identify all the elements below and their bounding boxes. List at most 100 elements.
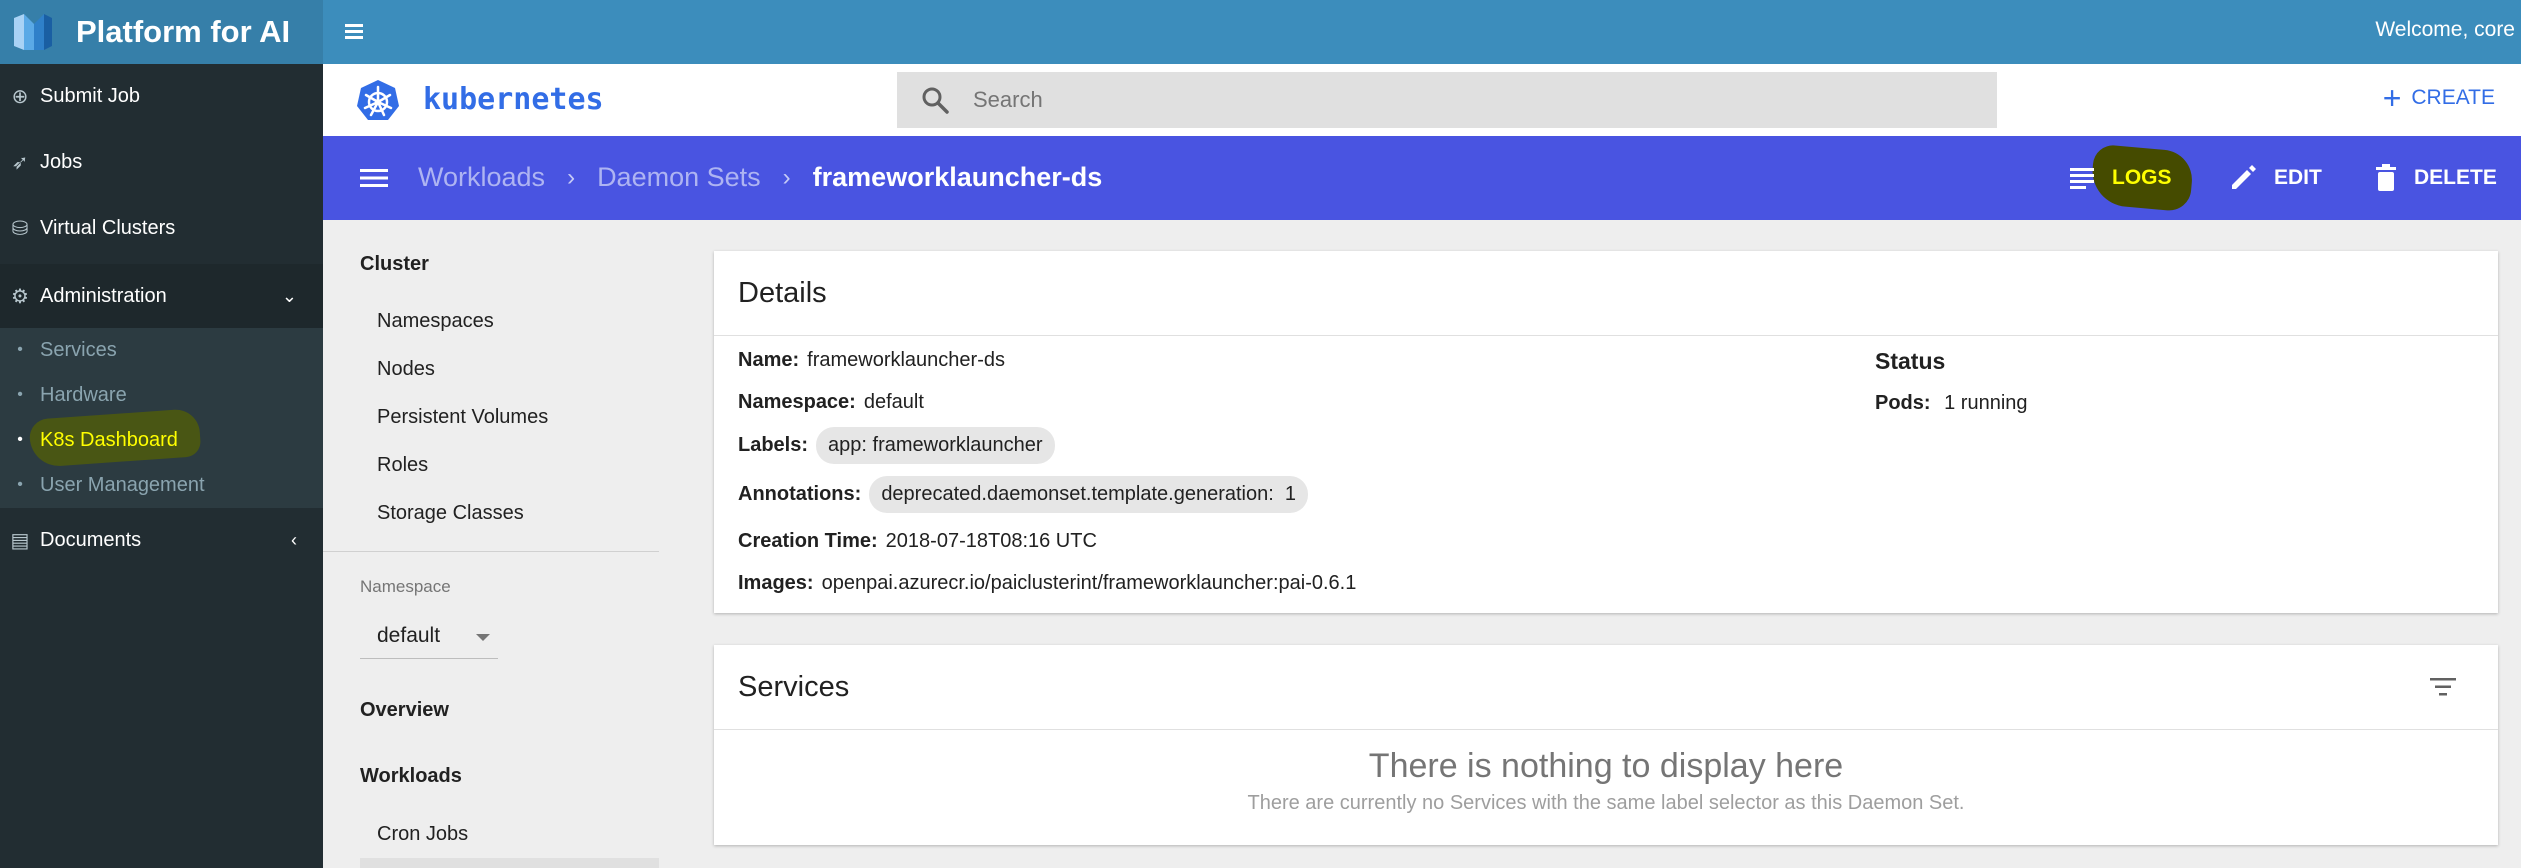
nav-item-overview[interactable]: Overview — [360, 699, 449, 722]
sidebar-item-label: Virtual Clusters — [40, 216, 176, 239]
kubernetes-wordmark[interactable]: kubernetes — [423, 82, 604, 117]
detail-images: Images: openpai.azurecr.io/paiclusterint… — [738, 572, 1356, 595]
nav-item-storage-classes[interactable]: Storage Classes — [377, 502, 524, 525]
kubernetes-logo-icon[interactable] — [355, 78, 401, 124]
nav-selected-item[interactable] — [360, 858, 659, 868]
sidebar-item-documents[interactable]: ▤ Documents ‹ — [0, 508, 323, 572]
status-title: Status — [1875, 348, 1946, 374]
action-toolbar: Workloads › Daemon Sets › frameworklaunc… — [323, 136, 2521, 220]
top-bar: Platform for AI Welcome, core — [0, 0, 2521, 64]
detail-annotations: Annotations: deprecated.daemonset.templa… — [738, 476, 1309, 513]
nav-divider — [323, 551, 659, 552]
k8s-nav: Cluster Namespaces Nodes Persistent Volu… — [323, 220, 683, 868]
sidebar-item-submit-job[interactable]: ⊕ Submit Job — [0, 64, 323, 128]
filter-icon[interactable] — [2428, 675, 2458, 699]
status-pods: Pods: 1 running — [1875, 392, 2028, 415]
hamburger-menu-icon[interactable] — [345, 18, 367, 46]
breadcrumb: Workloads › Daemon Sets › frameworklaunc… — [418, 162, 1102, 193]
edit-label: EDIT — [2274, 166, 2322, 189]
logs-button[interactable]: LOGS — [2068, 143, 2208, 213]
services-card: Services There is nothing to display her… — [714, 645, 2498, 845]
submenu-item-label: User Management — [40, 473, 205, 496]
submenu-item-label: Hardware — [40, 383, 127, 406]
empty-state-title: There is nothing to display here — [1368, 747, 1844, 785]
logs-label: LOGS — [2112, 166, 2172, 189]
pencil-icon — [2228, 163, 2258, 193]
sidebar-item-label: Administration — [40, 284, 167, 307]
chevron-right-icon: › — [782, 163, 791, 191]
pai-sidebar: ⊕ Submit Job ➶ Jobs ⛁ Virtual Clusters ⚙… — [0, 64, 323, 868]
detail-namespace: Namespace: default — [738, 391, 924, 414]
details-title: Details — [738, 277, 827, 309]
breadcrumb-current: frameworklauncher-ds — [812, 162, 1103, 192]
nav-item-cron-jobs[interactable]: Cron Jobs — [377, 823, 468, 846]
sidebar-item-virtual-clusters[interactable]: ⛁ Virtual Clusters — [0, 196, 323, 260]
nav-item-nodes[interactable]: Nodes — [377, 358, 435, 381]
sidebar-item-label: Submit Job — [40, 84, 141, 107]
detail-key: Namespace: — [738, 391, 856, 413]
namespace-select[interactable]: default — [360, 619, 498, 659]
delete-button[interactable]: DELETE — [2374, 156, 2497, 200]
welcome-user[interactable]: Welcome, core — [2375, 18, 2515, 42]
breadcrumb-workloads[interactable]: Workloads — [418, 162, 545, 193]
logs-icon — [2068, 165, 2096, 191]
book-icon: ▤ — [10, 529, 30, 552]
bullet-icon: • — [17, 341, 23, 358]
detail-value: 1 running — [1944, 392, 2028, 414]
edit-button[interactable]: EDIT — [2228, 156, 2322, 200]
search-icon — [897, 85, 973, 115]
delete-label: DELETE — [2414, 166, 2497, 189]
bullet-icon: • — [17, 386, 23, 403]
brand[interactable]: Platform for AI — [0, 0, 323, 64]
chevron-left-icon: ‹ — [291, 529, 297, 550]
detail-key: Pods: — [1875, 392, 1931, 414]
detail-labels: Labels: app: frameworklauncher — [738, 427, 1055, 464]
sidebar-item-jobs[interactable]: ➶ Jobs — [0, 130, 323, 194]
detail-key: Annotations: — [738, 483, 862, 505]
submenu-item-k8s-dashboard[interactable]: • K8s Dashboard — [0, 408, 323, 468]
detail-value: frameworklauncher-ds — [807, 349, 1005, 371]
pai-logo-icon — [14, 14, 52, 50]
bullet-icon: • — [17, 431, 23, 448]
chevron-right-icon: › — [567, 163, 576, 191]
search-input[interactable]: Search — [897, 72, 1997, 128]
detail-value: default — [863, 391, 924, 413]
services-title: Services — [738, 671, 850, 703]
annotation-chip: deprecated.daemonset.template.generation… — [869, 476, 1309, 513]
detail-key: Name: — [738, 349, 800, 371]
create-button[interactable]: + CREATE — [2383, 82, 2495, 114]
empty-state-message: There are currently no Services with the… — [1247, 792, 1965, 814]
cubes-icon: ⛁ — [11, 217, 29, 240]
admin-submenu: • Services • Hardware • K8s Dashboard • … — [0, 328, 323, 508]
details-card: Details Name: frameworklauncher-ds Names… — [714, 251, 2498, 613]
breadcrumb-daemon-sets[interactable]: Daemon Sets — [597, 162, 761, 193]
dropdown-arrow-icon — [476, 634, 490, 641]
submenu-item-user-management[interactable]: • User Management — [0, 463, 323, 507]
namespace-select-value: default — [377, 624, 441, 647]
nav-item-namespaces[interactable]: Namespaces — [377, 310, 494, 333]
nav-heading-cluster[interactable]: Cluster — [360, 253, 429, 276]
card-divider — [714, 729, 2498, 730]
detail-value: openpai.azurecr.io/paiclusterint/framewo… — [821, 572, 1357, 594]
detail-key: Labels: — [738, 434, 809, 456]
sidebar-item-administration[interactable]: ⚙ Administration ⌄ — [0, 264, 323, 328]
nav-heading-workloads[interactable]: Workloads — [360, 765, 462, 788]
detail-value: 2018-07-18T08:16 UTC — [885, 530, 1097, 552]
brand-title: Platform for AI — [76, 14, 291, 49]
sidebar-item-label: Documents — [40, 528, 142, 551]
submenu-item-label: Services — [40, 338, 117, 361]
nav-item-persistent-volumes[interactable]: Persistent Volumes — [377, 406, 548, 429]
bullet-icon: • — [17, 476, 23, 493]
submenu-item-services[interactable]: • Services — [0, 328, 323, 372]
rocket-icon: ➶ — [11, 151, 29, 174]
detail-name: Name: frameworklauncher-ds — [738, 349, 1005, 372]
trash-icon — [2374, 163, 2398, 193]
label-chip: app: frameworklauncher — [816, 427, 1055, 464]
detail-key: Creation Time: — [738, 530, 878, 552]
nav-menu-icon[interactable] — [358, 164, 390, 192]
chevron-down-icon: ⌄ — [281, 285, 297, 306]
k8s-header: kubernetes Search + CREATE — [323, 64, 2521, 136]
detail-key: Images: — [738, 572, 814, 594]
nav-item-roles[interactable]: Roles — [377, 454, 428, 477]
search-placeholder: Search — [973, 87, 1043, 112]
